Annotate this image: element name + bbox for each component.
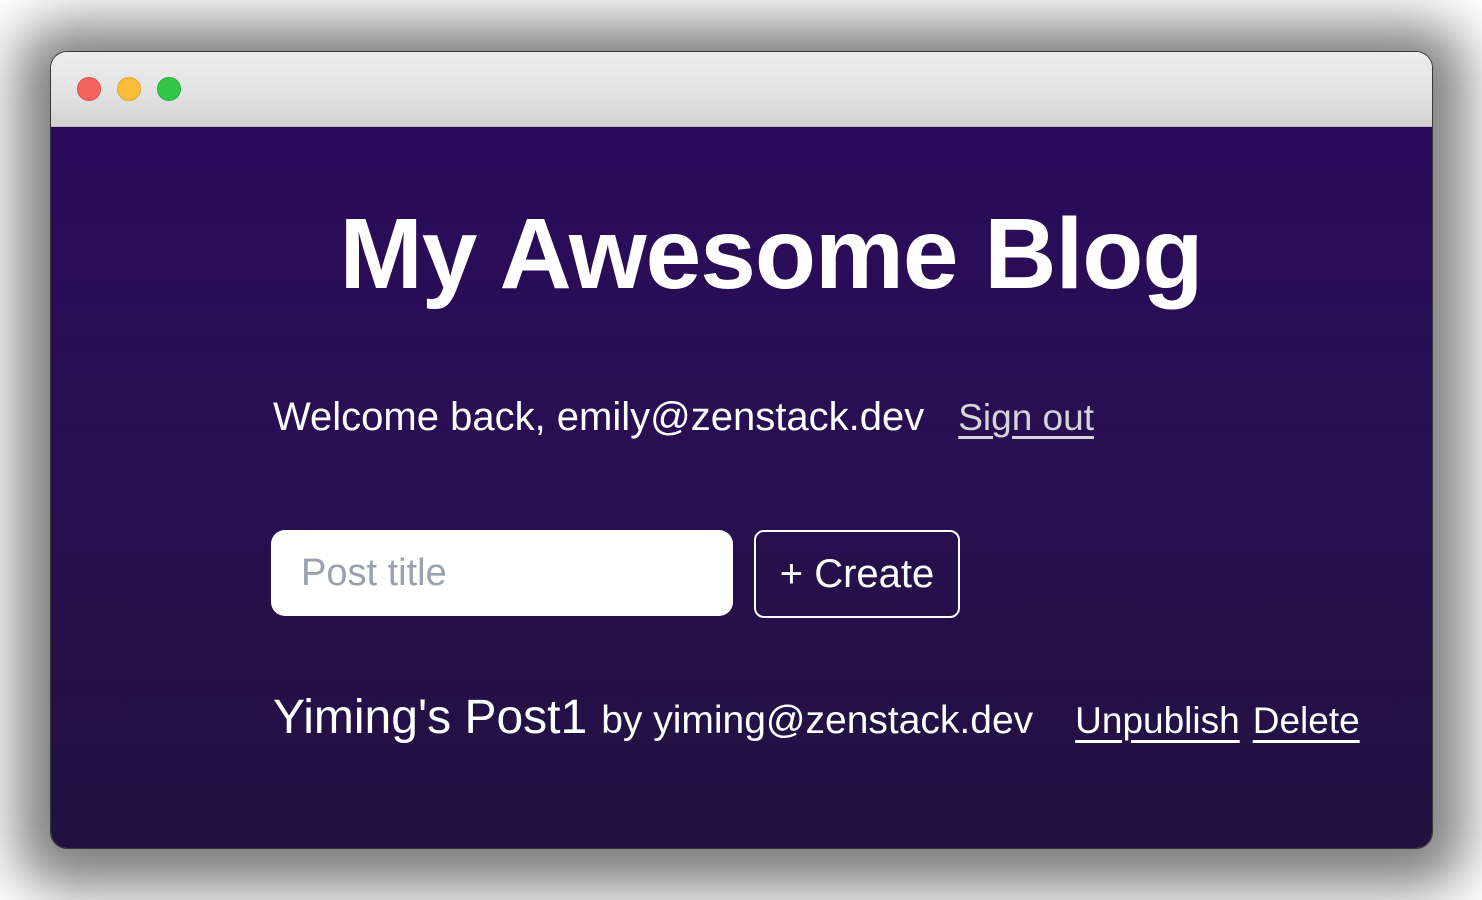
app-window: My Awesome Blog Welcome back, emily@zens… [51,52,1432,848]
welcome-text: Welcome back, emily@zenstack.dev [273,395,924,440]
unpublish-link[interactable]: Unpublish [1075,700,1240,742]
minimize-button[interactable] [117,77,141,101]
user-bar: Welcome back, emily@zenstack.dev Sign ou… [273,395,1323,440]
create-button[interactable]: + Create [754,530,960,618]
post-byline-prefix: by [601,699,642,742]
window-controls [77,77,181,101]
post-list: Yiming's Post1 by yiming@zenstack.dev Un… [273,690,1353,745]
post-title-input[interactable] [271,530,733,616]
page: My Awesome Blog Welcome back, emily@zens… [0,0,1482,900]
post-actions: Unpublish Delete [1075,700,1360,742]
post-row: Yiming's Post1 by yiming@zenstack.dev Un… [273,690,1353,745]
zoom-button[interactable] [157,77,181,101]
post-title: Yiming's Post1 [273,690,587,745]
window-titlebar[interactable] [51,52,1432,127]
close-button[interactable] [77,77,101,101]
post-byline: by yiming@zenstack.dev [601,699,1033,743]
blog-app-content: My Awesome Blog Welcome back, emily@zens… [51,127,1432,848]
delete-link[interactable]: Delete [1253,700,1360,742]
page-title: My Awesome Blog [271,199,1271,309]
sign-out-link[interactable]: Sign out [958,397,1094,439]
create-post-form: + Create [271,530,960,618]
post-author-email: yiming@zenstack.dev [653,699,1033,742]
